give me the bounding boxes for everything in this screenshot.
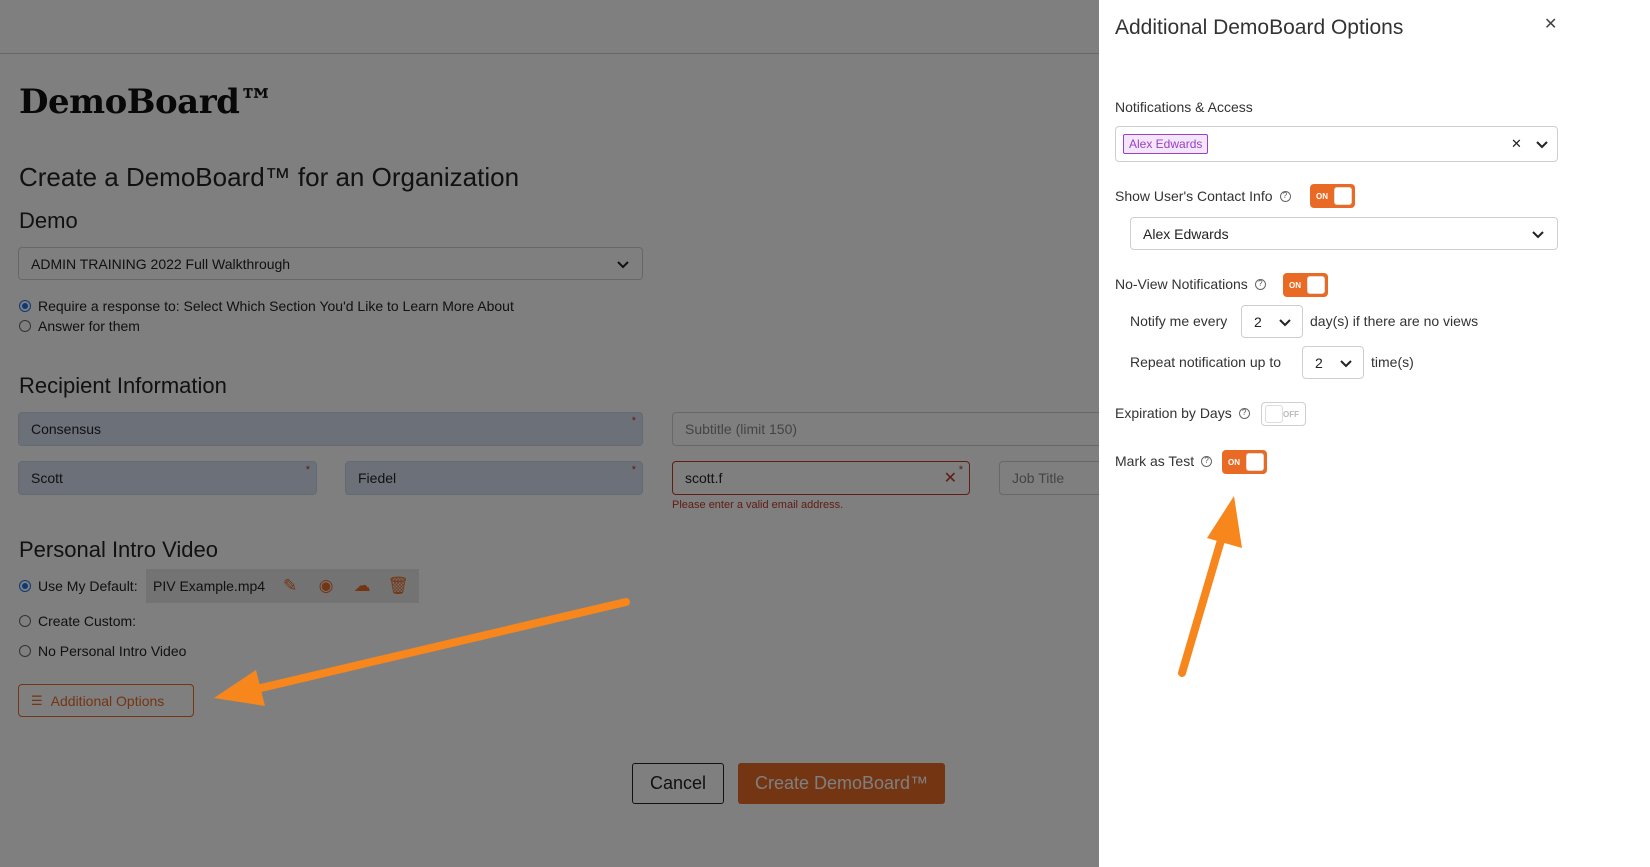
toggle-knob — [1246, 453, 1264, 471]
mark-test-toggle[interactable]: ON — [1222, 450, 1267, 474]
no-view-label-text: No-View Notifications — [1115, 276, 1248, 292]
notify-every-suffix: day(s) if there are no views — [1310, 313, 1479, 329]
chevron-down-icon — [1279, 318, 1291, 326]
notifications-multiselect[interactable]: Alex Edwards ✕ — [1115, 126, 1558, 162]
no-view-toggle[interactable]: ON — [1283, 273, 1328, 297]
help-icon[interactable]: ? — [1238, 407, 1250, 419]
toggle-knob — [1334, 187, 1352, 205]
repeat-label: Repeat notification up to — [1130, 354, 1281, 370]
no-view-label: No-View Notifications ? — [1115, 276, 1266, 292]
notify-every-value: 2 — [1254, 313, 1262, 330]
clear-icon[interactable]: ✕ — [1511, 136, 1522, 152]
contact-select[interactable]: Alex Edwards — [1130, 217, 1558, 250]
mark-test-label: Mark as Test ? — [1115, 453, 1213, 469]
repeat-value: 2 — [1315, 354, 1323, 371]
notifications-label-text: Notifications & Access — [1115, 99, 1253, 115]
show-contact-label: Show User's Contact Info ? — [1115, 188, 1291, 204]
repeat-select[interactable]: 2 — [1302, 346, 1364, 379]
help-icon[interactable]: ? — [1254, 278, 1266, 290]
help-icon[interactable]: ? — [1201, 455, 1213, 467]
panel-title: Additional DemoBoard Options — [1115, 16, 1404, 39]
contact-select-value: Alex Edwards — [1143, 225, 1229, 242]
notify-every-label: Notify me every — [1130, 313, 1228, 329]
toggle-state: ON — [1228, 457, 1240, 467]
close-icon[interactable]: ✕ — [1544, 14, 1557, 34]
chevron-down-icon — [1532, 230, 1544, 238]
modal-backdrop[interactable] — [0, 0, 1099, 867]
repeat-suffix: time(s) — [1371, 354, 1414, 370]
toggle-state: ON — [1289, 280, 1301, 290]
show-contact-label-text: Show User's Contact Info — [1115, 188, 1273, 204]
expiration-label-text: Expiration by Days — [1115, 405, 1232, 421]
show-contact-toggle[interactable]: ON — [1310, 184, 1355, 208]
notifications-label: Notifications & Access — [1115, 99, 1253, 115]
chevron-down-icon — [1340, 359, 1352, 367]
additional-options-panel: Additional DemoBoard Options ✕ Notificat… — [1099, 0, 1650, 867]
toggle-state: OFF — [1283, 409, 1299, 419]
toggle-knob — [1265, 405, 1283, 423]
expiration-label: Expiration by Days ? — [1115, 405, 1250, 421]
toggle-state: ON — [1316, 191, 1328, 201]
user-tag[interactable]: Alex Edwards — [1123, 134, 1209, 154]
chevron-down-icon[interactable] — [1535, 137, 1549, 151]
toggle-knob — [1307, 276, 1325, 294]
mark-test-label-text: Mark as Test — [1115, 453, 1195, 469]
notify-every-select[interactable]: 2 — [1241, 305, 1303, 338]
expiration-toggle[interactable]: OFF — [1261, 402, 1306, 426]
help-icon[interactable]: ? — [1279, 190, 1291, 202]
